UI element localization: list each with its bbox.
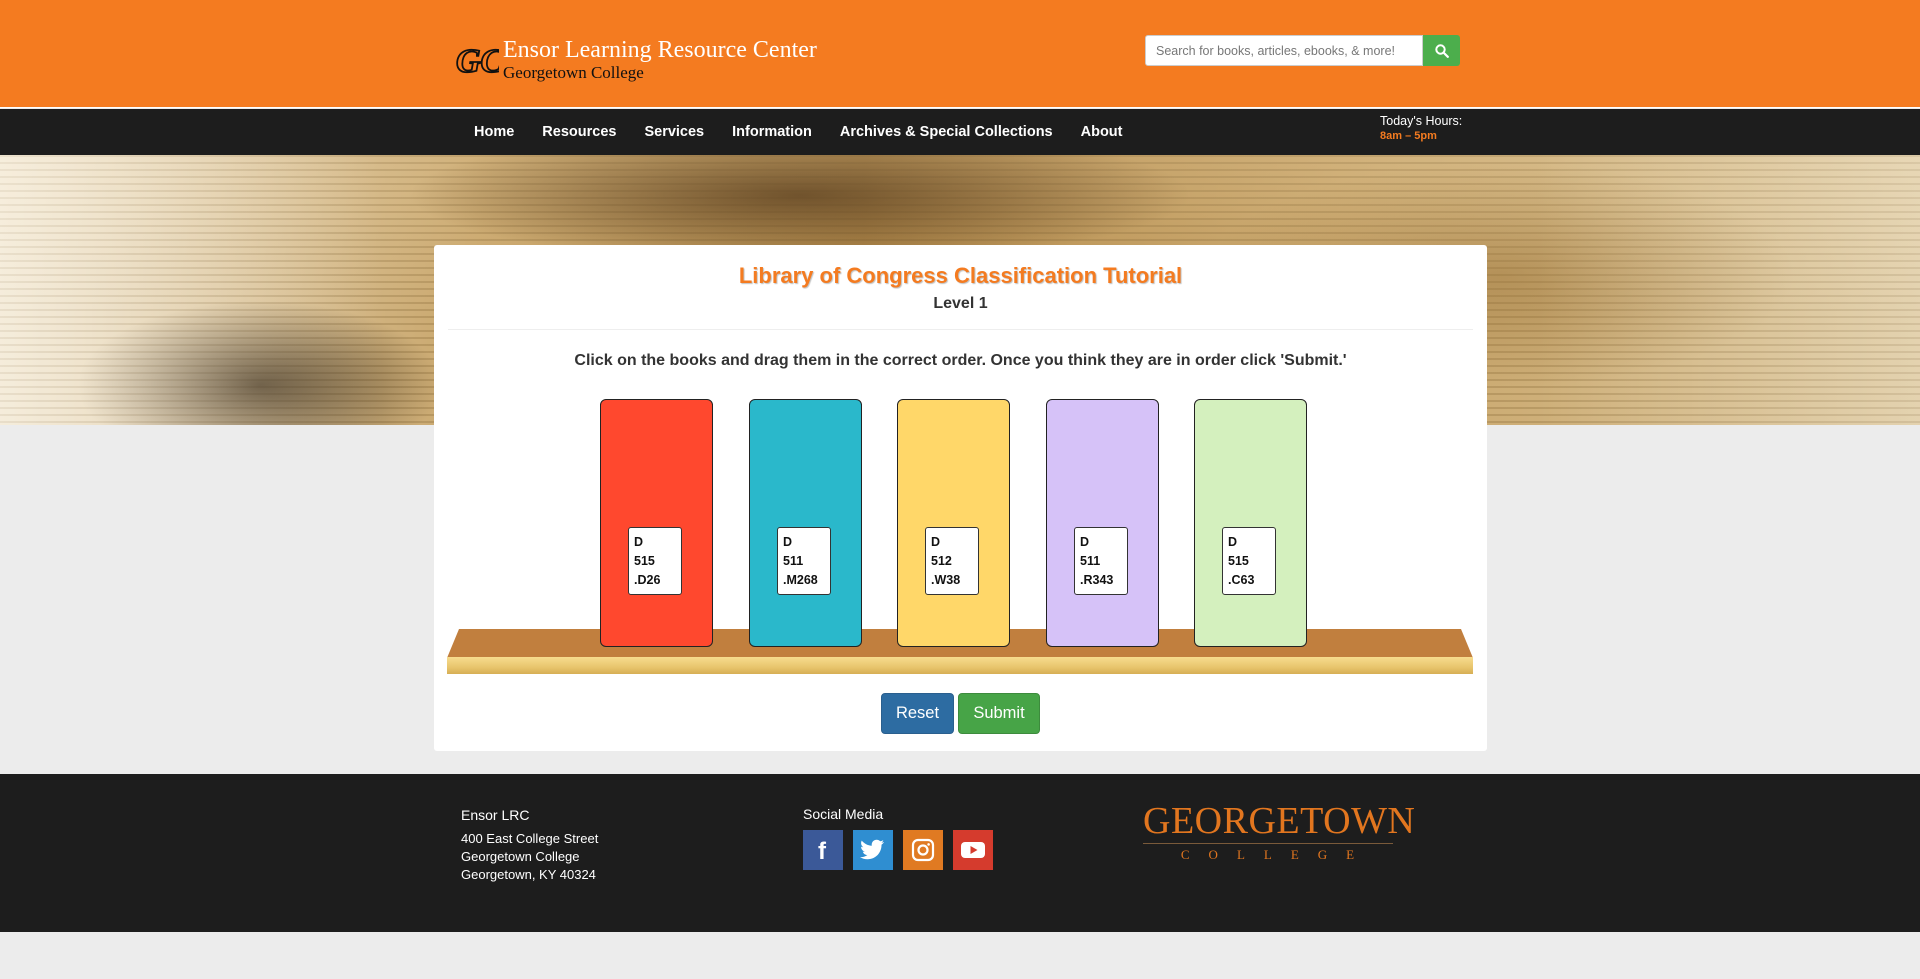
nav-item-services[interactable]: Services	[630, 124, 718, 140]
address-line: Georgetown, KY 40324	[461, 867, 596, 882]
georgetown-college-logo[interactable]: GEORGETOWN COLLEGE	[1143, 800, 1416, 862]
level-label: Level 1	[933, 295, 988, 312]
site-logo[interactable]: GC Ensor Learning Resource Center George…	[455, 32, 817, 86]
book[interactable]: D 511 .M268	[749, 399, 862, 647]
hours-label: Today's Hours:	[1380, 114, 1463, 128]
svg-text:f: f	[818, 838, 827, 863]
address-line: 400 East College Street	[461, 831, 599, 846]
call-number-class: D	[783, 535, 793, 549]
facebook-icon[interactable]: f	[803, 830, 843, 870]
site-header: GC Ensor Learning Resource Center George…	[0, 0, 1920, 108]
college-logo-small-text: COLLEGE	[1180, 847, 1374, 862]
twitter-icon[interactable]	[853, 830, 893, 870]
call-number-number: 515	[634, 554, 655, 568]
call-number-class: D	[1228, 535, 1238, 549]
gc-monogram-icon: GC	[455, 42, 499, 81]
search-input[interactable]	[1145, 35, 1423, 66]
logo-rule	[1143, 843, 1393, 844]
logo-subtitle: Georgetown College	[503, 62, 644, 82]
call-number-label: D 511 .M268	[777, 527, 831, 595]
bookshelf-front	[447, 657, 1473, 674]
todays-hours: Today's Hours: 8am – 5pm	[1380, 113, 1462, 144]
call-number-number: 511	[783, 554, 804, 568]
search-icon	[1434, 43, 1449, 58]
nav-item-home[interactable]: Home	[460, 124, 528, 140]
call-number-cutter: .M268	[783, 573, 818, 587]
book[interactable]: D 515 .C63	[1194, 399, 1307, 647]
tutorial-title: Library of Congress Classification Tutor…	[738, 263, 1183, 288]
divider	[448, 329, 1473, 330]
footer-address: Ensor LRC 400 East College Street George…	[461, 806, 598, 884]
social-heading: Social Media	[803, 806, 884, 822]
book[interactable]: D 512 .W38	[897, 399, 1010, 647]
call-number-cutter: .C63	[1228, 573, 1255, 587]
main-nav: Home Resources Services Information Arch…	[0, 109, 1920, 155]
call-number-number: 515	[1228, 554, 1249, 568]
site-footer: Ensor LRC 400 East College Street George…	[0, 774, 1920, 932]
call-number-class: D	[634, 535, 644, 549]
nav-item-archives[interactable]: Archives & Special Collections	[826, 124, 1067, 140]
call-number-label: D 515 .C63	[1222, 527, 1276, 595]
address-line: Georgetown College	[461, 849, 580, 864]
call-number-cutter: .D26	[634, 573, 661, 587]
tutorial-card: Library of Congress Classification Tutor…	[434, 245, 1487, 751]
search-bar	[1145, 35, 1460, 66]
youtube-icon[interactable]	[953, 830, 993, 870]
call-number-number: 512	[931, 554, 952, 568]
svg-text:GC: GC	[456, 43, 499, 80]
call-number-label: D 515 .D26	[628, 527, 682, 595]
call-number-cutter: .W38	[931, 573, 961, 587]
reset-button[interactable]: Reset	[881, 693, 954, 734]
call-number-label: D 511 .R343	[1074, 527, 1128, 595]
nav-item-about[interactable]: About	[1067, 124, 1137, 140]
call-number-number: 511	[1080, 554, 1101, 568]
search-button[interactable]	[1423, 35, 1460, 66]
action-buttons: Reset Submit	[434, 693, 1487, 734]
call-number-label: D 512 .W38	[925, 527, 979, 595]
college-logo-big-text: GEORGETOWN	[1143, 800, 1416, 842]
instructions-text: Click on the books and drag them in the …	[574, 352, 1347, 369]
logo-title: Ensor Learning Resource Center	[503, 36, 817, 63]
book[interactable]: D 515 .D26	[600, 399, 713, 647]
book[interactable]: D 511 .R343	[1046, 399, 1159, 647]
submit-button[interactable]: Submit	[958, 693, 1040, 734]
nav-item-information[interactable]: Information	[718, 124, 826, 140]
nav-item-resources[interactable]: Resources	[528, 124, 630, 140]
call-number-cutter: .R343	[1080, 573, 1114, 587]
hours-value: 8am – 5pm	[1380, 130, 1437, 143]
call-number-class: D	[1080, 535, 1090, 549]
footer-org-name: Ensor LRC	[461, 807, 530, 823]
call-number-class: D	[931, 535, 941, 549]
instagram-icon[interactable]	[903, 830, 943, 870]
footer-social: Social Media f	[803, 806, 993, 870]
